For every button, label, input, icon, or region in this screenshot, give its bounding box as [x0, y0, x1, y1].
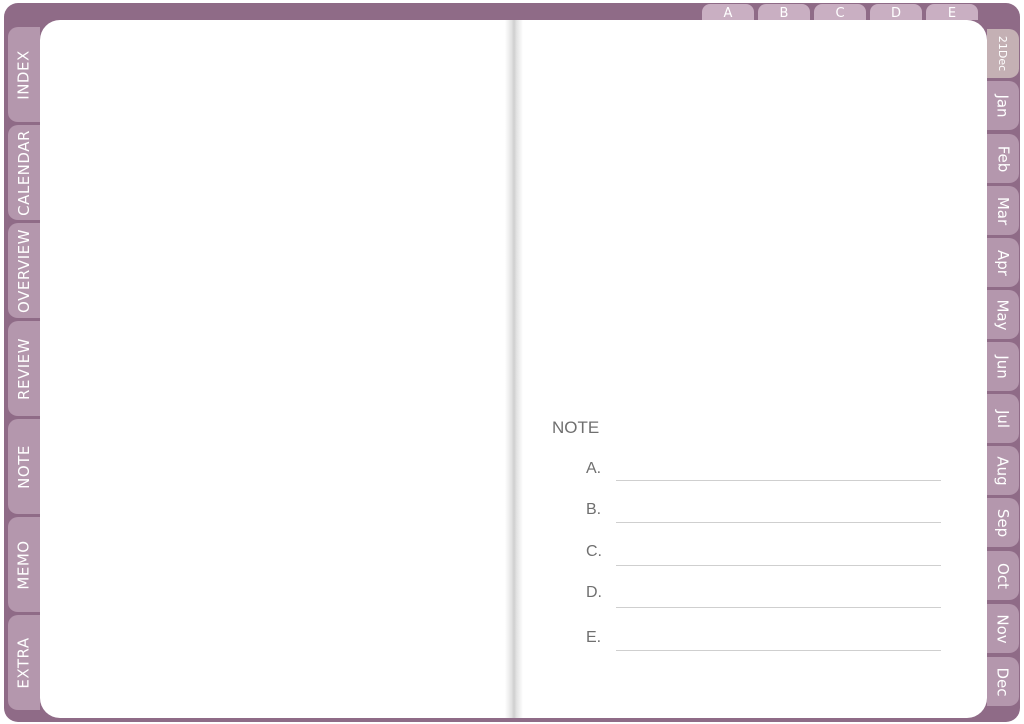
right-page — [515, 20, 987, 718]
right-tab-jan[interactable]: Jan — [987, 81, 1019, 131]
right-tab-label: Sep — [994, 508, 1012, 537]
note-label-a: A. — [586, 460, 602, 477]
left-page — [40, 20, 515, 718]
page-spine — [505, 20, 523, 718]
top-tab-e[interactable]: E — [926, 4, 978, 21]
note-line-c[interactable] — [616, 565, 941, 566]
right-tab-label: Jan — [994, 93, 1012, 118]
note-line-e[interactable] — [616, 650, 941, 651]
right-tab-label: Apr — [993, 249, 1012, 276]
top-tab-d[interactable]: D — [870, 4, 922, 21]
right-tab-label: Dec — [994, 666, 1012, 697]
right-tab-aug[interactable]: Aug — [987, 446, 1019, 496]
left-tab-index[interactable]: INDEX — [8, 27, 40, 123]
left-tab-label: OVERVIEW — [15, 228, 34, 313]
left-tab-overview[interactable]: OVERVIEW — [8, 223, 40, 319]
right-tab-label: May — [993, 298, 1012, 331]
left-tab-label: REVIEW — [15, 337, 33, 400]
note-line-d[interactable] — [616, 607, 941, 608]
note-title: NOTE — [552, 418, 600, 437]
right-tab-apr[interactable]: Apr — [987, 238, 1019, 288]
right-tab-label: 21Dec — [996, 35, 1010, 72]
right-tab-21dec[interactable]: 21Dec — [987, 29, 1019, 79]
right-tab-label: Feb — [994, 145, 1012, 172]
right-tab-oct[interactable]: Oct — [987, 551, 1019, 601]
right-tab-label: Aug — [993, 455, 1012, 486]
right-tab-jul[interactable]: Jul — [987, 394, 1019, 444]
top-tab-c[interactable]: C — [814, 4, 866, 21]
left-tab-label: EXTRA — [15, 636, 34, 689]
top-tab-b[interactable]: B — [758, 4, 810, 21]
left-tab-label: INDEX — [15, 49, 34, 100]
right-tab-feb[interactable]: Feb — [987, 134, 1019, 184]
left-tab-memo[interactable]: MEMO — [8, 517, 40, 613]
note-line-a[interactable] — [616, 480, 941, 481]
left-tab-calendar[interactable]: CALENDAR — [8, 125, 40, 221]
note-label-c: C. — [586, 543, 602, 560]
left-tab-review[interactable]: REVIEW — [8, 321, 40, 417]
right-tab-mar[interactable]: Mar — [987, 186, 1019, 236]
right-tab-label: Nov — [994, 613, 1012, 644]
right-tab-dec[interactable]: Dec — [987, 657, 1019, 707]
right-tab-nov[interactable]: Nov — [987, 604, 1019, 654]
left-tab-label: NOTE — [15, 444, 34, 489]
top-tab-a[interactable]: A — [702, 4, 754, 21]
left-tab-label: CALENDAR — [15, 129, 34, 216]
left-tab-note[interactable]: NOTE — [8, 419, 40, 515]
right-tab-label: Mar — [994, 196, 1012, 225]
right-tab-label: Jun — [994, 354, 1012, 379]
right-tab-jun[interactable]: Jun — [987, 342, 1019, 392]
note-label-d: D. — [586, 584, 602, 601]
note-label-e: E. — [586, 629, 602, 646]
right-tab-may[interactable]: May — [987, 290, 1019, 340]
right-tab-label: Oct — [994, 562, 1012, 589]
left-tab-label: MEMO — [15, 539, 34, 590]
right-tab-sep[interactable]: Sep — [987, 498, 1019, 548]
note-label-b: B. — [586, 501, 602, 518]
note-line-b[interactable] — [616, 522, 941, 523]
left-tab-extra[interactable]: EXTRA — [8, 615, 40, 711]
right-tab-label: Jul — [993, 409, 1012, 428]
